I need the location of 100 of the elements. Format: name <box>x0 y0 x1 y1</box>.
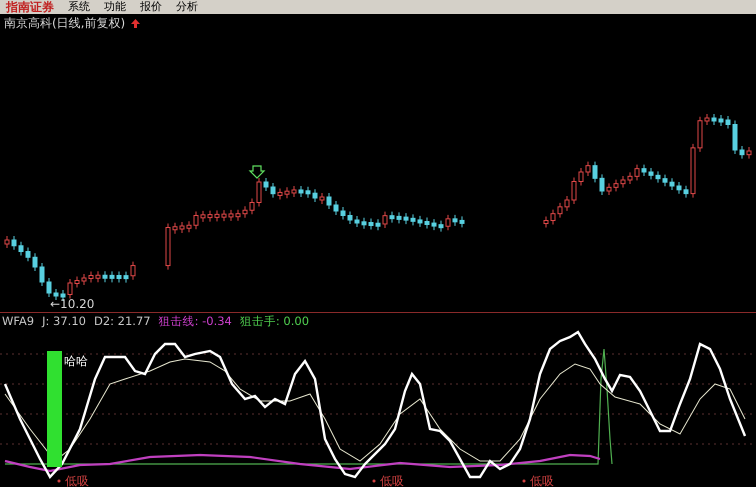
dot-icon <box>372 480 376 482</box>
candlestick <box>194 211 198 230</box>
indicator-reading: J: 37.10 <box>42 314 86 328</box>
candlestick <box>362 217 366 230</box>
menu-item[interactable]: 系统 <box>68 0 90 14</box>
candlestick <box>334 200 338 216</box>
candlestick <box>438 220 444 232</box>
candlestick <box>214 210 220 222</box>
candlestick <box>124 271 128 284</box>
candlestick <box>648 168 654 180</box>
menu-item[interactable]: 功能 <box>104 0 126 14</box>
menu-item[interactable]: 报价 <box>140 0 162 14</box>
indicator-reading: 狙击手: 0.00 <box>240 314 310 328</box>
low-price-label: ←10.20 <box>50 297 94 311</box>
candlestick <box>340 206 346 220</box>
candlestick <box>662 174 668 187</box>
candlestick <box>326 192 332 210</box>
candlestick <box>278 188 282 200</box>
candlestick <box>102 270 108 283</box>
candlestick <box>446 214 450 231</box>
candlestick <box>208 210 212 222</box>
candlestick <box>544 216 548 228</box>
candlestick <box>606 182 612 196</box>
candlestick <box>424 217 430 229</box>
candlestick <box>732 120 738 154</box>
candlestick <box>180 222 184 234</box>
candlestick <box>130 261 136 280</box>
dot-icon <box>58 480 60 482</box>
candlestick <box>634 164 640 181</box>
candlestick <box>4 236 10 248</box>
candlestick <box>578 168 584 186</box>
candlestick <box>572 177 576 204</box>
up-arrow-icon <box>131 18 140 28</box>
candlestick <box>264 178 268 192</box>
candlestick <box>32 252 38 272</box>
candlestick <box>12 236 16 250</box>
dot-icon <box>522 480 526 482</box>
candlestick <box>410 214 416 226</box>
candlestick <box>396 212 402 224</box>
candlestick <box>564 196 570 212</box>
candlestick <box>452 214 458 226</box>
candlestick <box>186 220 192 233</box>
candlestick <box>18 241 24 256</box>
candlestick <box>172 222 178 234</box>
candlestick <box>242 206 248 218</box>
indicator-reading: 狙击线: -0.34 <box>158 314 232 328</box>
candlestick <box>376 218 380 231</box>
candlestick <box>558 202 562 218</box>
candlestick <box>620 176 626 188</box>
candlestick <box>270 182 276 198</box>
candlestick <box>26 247 30 262</box>
candlestick <box>368 218 374 230</box>
candlestick <box>200 210 206 222</box>
candlestick <box>96 270 100 283</box>
candlestick <box>320 192 324 204</box>
candlestick <box>404 212 408 225</box>
candlestick <box>228 209 234 222</box>
candlestick <box>656 170 660 184</box>
candlestick <box>712 114 716 126</box>
app-logo: 指南证券 <box>6 0 54 14</box>
candlestick <box>292 185 296 198</box>
candlestick <box>110 270 114 283</box>
candlestick <box>684 185 688 198</box>
candlestick <box>586 161 590 176</box>
candlestick <box>628 172 632 184</box>
candlestick <box>348 211 352 224</box>
candlestick <box>82 274 86 286</box>
menu-item[interactable]: 分析 <box>176 0 198 14</box>
indicator-reading: D2: 21.77 <box>94 314 151 328</box>
signal-label: 哈哈 <box>64 354 88 368</box>
candlestick <box>298 185 304 198</box>
candlestick <box>284 186 290 199</box>
candlestick <box>592 161 598 183</box>
candlestick <box>222 210 226 222</box>
candlestick <box>746 146 752 160</box>
candlestick <box>676 182 682 194</box>
candlestick <box>418 215 422 228</box>
buy-signal-label: 低吸 <box>65 474 89 487</box>
candlestick <box>726 116 730 129</box>
candlestick <box>670 178 674 190</box>
candlestick <box>432 218 436 231</box>
buy-signal-label: 低吸 <box>530 474 554 487</box>
candlestick <box>166 223 170 270</box>
candlestick <box>40 262 44 286</box>
candlestick <box>614 179 618 192</box>
buy-signal-label: 低吸 <box>380 474 404 487</box>
candlestick <box>600 174 604 196</box>
candlestick <box>550 209 556 226</box>
candlestick <box>390 211 394 224</box>
candlestick <box>718 114 724 126</box>
candlestick <box>116 271 122 283</box>
candlestick <box>690 143 696 198</box>
down-arrow-icon <box>248 165 266 179</box>
candlestick <box>698 116 702 152</box>
candlestick <box>54 288 58 300</box>
candlestick <box>704 114 710 126</box>
candlestick <box>88 271 94 283</box>
candlestick <box>312 188 318 202</box>
candlestick <box>74 276 80 288</box>
indicator-name: WFA9 <box>2 314 34 328</box>
